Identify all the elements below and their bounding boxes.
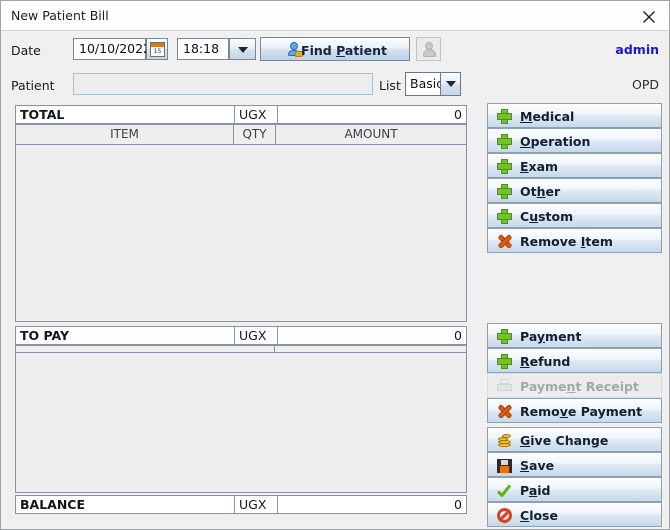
to-pay-label: TO PAY [16,327,235,344]
close-label: Close [520,508,558,523]
check-icon [496,482,513,499]
close-glyph [643,11,655,23]
balance-row: BALANCE UGX 0 [15,495,467,514]
ban-icon [496,507,513,524]
patient-card-button [416,37,441,61]
payments-column-right [275,346,466,352]
total-row: TOTAL UGX 0 [15,105,467,124]
column-header-qty: QTY [234,125,276,144]
add-custom-label: Custom [520,209,574,224]
calendar-icon[interactable]: 15 [146,38,168,60]
remove-x-icon [496,403,513,420]
plus-icon [496,158,513,175]
balance-amount: 0 [454,497,462,512]
person-disabled-icon [421,41,438,58]
current-user-label: admin [615,42,659,57]
floppy-icon [496,457,513,474]
add-exam-button[interactable]: Exam [487,153,662,178]
patient-input[interactable] [73,73,373,95]
list-dropdown-button[interactable] [440,73,460,95]
remove-payment-button[interactable]: Remove Payment [487,398,662,423]
add-other-label: Other [520,184,561,199]
remove-payment-label: Remove Payment [520,404,643,419]
plus-icon [496,108,513,125]
items-table-header: ITEM QTY AMOUNT [16,125,466,145]
plus-icon [496,133,513,150]
add-custom-button[interactable]: Custom [487,203,662,228]
plus-icon [496,208,513,225]
plus-icon [496,353,513,370]
calendar-day: 15 [153,48,162,55]
items-table[interactable]: ITEM QTY AMOUNT [15,124,467,322]
find-patient-label: Find Patient [301,43,387,58]
give-change-button[interactable]: Give Change [487,427,662,452]
give-change-label: Give Change [520,433,609,448]
to-pay-amount: 0 [454,328,462,343]
remove-x-icon [496,233,513,250]
payments-column-left [16,346,275,352]
total-currency: UGX [235,106,278,123]
save-button[interactable]: Save [487,452,662,477]
chevron-down-icon [446,81,456,87]
balance-label: BALANCE [16,496,235,513]
add-medical-button[interactable]: Medical [487,103,662,128]
total-label: TOTAL [16,106,235,123]
new-patient-bill-window: New Patient Bill Date 10/10/2022 15 18:1… [0,0,670,530]
close-icon[interactable] [627,1,669,30]
payments-table-body[interactable] [16,353,466,492]
title-bar: New Patient Bill [1,1,669,31]
payment-receipt-button: Payment Receipt [487,373,662,398]
date-label: Date [11,43,41,58]
list-label: List [379,78,401,93]
time-dropdown-button[interactable] [229,38,256,60]
paid-button[interactable]: Paid [487,477,662,502]
total-amount: 0 [454,107,462,122]
plus-icon [496,183,513,200]
printer-icon [496,378,513,395]
column-header-item: ITEM [16,125,234,144]
patient-label: Patient [11,78,55,93]
list-select[interactable]: Basic [405,72,461,96]
time-input[interactable]: 18:18 [177,38,229,60]
add-exam-label: Exam [520,159,559,174]
close-button[interactable]: Close [487,502,662,527]
remove-item-label: Remove Item [520,234,613,249]
add-operation-button[interactable]: Operation [487,128,662,153]
calendar-glyph: 15 [150,42,165,57]
add-payment-button[interactable]: Payment [487,323,662,348]
payment-receipt-label: Payment Receipt [520,379,639,394]
find-patient-button[interactable]: Find Patient [260,37,410,61]
balance-currency: UGX [235,496,278,513]
payments-table[interactable] [15,345,467,493]
coins-icon [496,432,513,449]
date-input[interactable]: 10/10/2022 [73,38,151,60]
department-label: OPD [631,77,659,92]
payments-table-header [16,346,466,353]
add-medical-label: Medical [520,109,575,124]
add-refund-button[interactable]: Refund [487,348,662,373]
remove-item-button[interactable]: Remove Item [487,228,662,253]
list-selected-value: Basic [410,76,444,91]
to-pay-currency: UGX [235,327,278,344]
paid-label: Paid [520,483,551,498]
window-title: New Patient Bill [11,8,109,23]
to-pay-row: TO PAY UGX 0 [15,326,467,345]
add-operation-label: Operation [520,134,591,149]
chevron-down-icon [238,47,248,53]
add-payment-label: Payment [520,329,582,344]
items-table-body[interactable] [16,145,466,321]
add-refund-label: Refund [520,354,571,369]
add-other-button[interactable]: Other [487,178,662,203]
save-label: Save [520,458,555,473]
column-header-amount: AMOUNT [344,127,398,141]
plus-icon [496,328,513,345]
